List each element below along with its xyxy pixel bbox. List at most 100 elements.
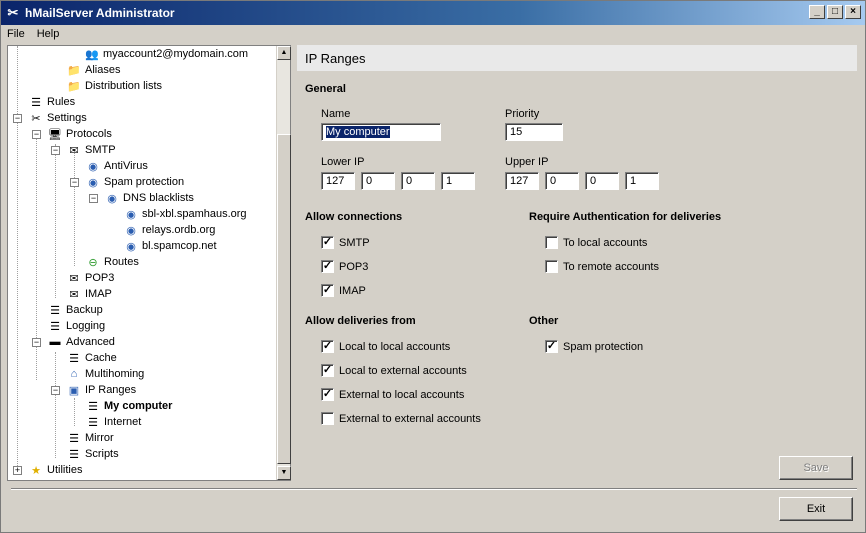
local-to-external-checkbox[interactable]: ✓ Local to external accounts [321,364,467,377]
local-to-local-checkbox[interactable]: ✓ Local to local accounts [321,340,450,353]
menu-file[interactable]: File [1,28,31,40]
save-button[interactable]: Save [779,456,853,480]
distribution-list-icon: 📁 [67,80,81,93]
tree-line [55,352,56,458]
external-to-local-checkbox[interactable]: ✓ External to local accounts [321,388,464,401]
tree-item-spam-protection[interactable]: ◉ Spam protection [85,174,184,190]
tree-item-imap[interactable]: ✉ IMAP [66,286,112,302]
tree-item-smtp[interactable]: ✉ SMTP [66,142,115,158]
require-auth-heading: Require Authentication for deliveries [529,211,722,223]
tree-item-cache[interactable]: ☰ Cache [66,350,117,366]
ip-ranges-icon: ▣ [68,384,80,397]
upper-ip-octet-3[interactable]: 0 [585,172,619,190]
other-heading: Other [529,315,559,327]
tree-item-internet[interactable]: ☰ Internet [85,414,141,430]
ip-range-icon: ☰ [88,416,98,429]
user-icon: 👥 [85,48,99,61]
computer-icon: 🖥 [48,128,62,141]
star-icon: ★ [31,464,41,477]
expand-utilities-toggle[interactable]: + [13,466,22,475]
tree-item-backup[interactable]: ☰ Backup [47,302,103,318]
tree-item-distribution-lists[interactable]: 📁 Distribution lists [66,78,162,94]
tree-item-protocols[interactable]: 🖥 Protocols [47,126,112,142]
tree-item-advanced[interactable]: ▬ Advanced [47,334,115,350]
exit-button[interactable]: Exit [779,497,853,521]
lower-ip-octet-4[interactable]: 1 [441,172,475,190]
smtp-checkbox[interactable]: ✓ SMTP [321,236,370,249]
terminal-icon: ▬ [49,336,61,348]
priority-label: Priority [505,108,540,120]
mirror-icon: ☰ [69,432,79,445]
collapse-settings-toggle[interactable]: − [13,114,22,123]
external-to-external-checkbox[interactable]: External to external accounts [321,412,481,425]
allow-deliveries-heading: Allow deliveries from [305,315,416,327]
tree-item-multihoming[interactable]: ⌂ Multihoming [66,366,145,382]
blacklist-entry-icon: ◉ [126,208,136,221]
tree-item-utilities[interactable]: ★ Utilities [28,462,82,478]
app-icon: ✂ [7,5,19,20]
collapse-ip-ranges-toggle[interactable]: − [51,386,60,395]
tree-item-blacklist-2[interactable]: ◉ relays.ordb.org [123,222,215,238]
scroll-down-arrow[interactable]: ▼ [277,466,291,480]
logging-icon: ☰ [50,320,60,333]
spam-protection-checkbox[interactable]: ✓ Spam protection [545,340,643,353]
menu-bar: File Help [1,25,865,43]
upper-ip-octet-2[interactable]: 0 [545,172,579,190]
to-remote-accounts-checkbox[interactable]: To remote accounts [545,260,659,273]
blacklist-entry-icon: ◉ [126,224,136,237]
tree-item-dns-blacklists[interactable]: ◉ DNS blacklists [104,190,194,206]
to-local-accounts-checkbox[interactable]: To local accounts [545,236,647,249]
imap-checkbox[interactable]: ✓ IMAP [321,284,366,297]
collapse-dns-toggle[interactable]: − [89,194,98,203]
tree-item-aliases[interactable]: 📁 Aliases [66,62,120,78]
pop3-checkbox[interactable]: ✓ POP3 [321,260,368,273]
collapse-spam-toggle[interactable]: − [70,178,79,187]
tree-item-antivirus[interactable]: ◉ AntiVirus [85,158,148,174]
scripts-icon: ☰ [69,448,79,461]
home-icon: ⌂ [70,368,78,380]
maximize-button[interactable]: □ [827,5,843,19]
protocol-icon: ✉ [69,144,79,157]
spam-icon: ◉ [88,176,98,189]
tree-item-my-computer[interactable]: ☰ My computer [85,398,172,414]
check-icon: ✓ [321,388,334,401]
collapse-protocols-toggle[interactable]: − [32,130,41,139]
routes-icon: ⊖ [88,256,98,269]
close-button[interactable]: × [845,5,861,19]
tree-item-rules[interactable]: ☰ Rules [28,94,75,110]
upper-ip-octet-4[interactable]: 1 [625,172,659,190]
collapse-smtp-toggle[interactable]: − [51,146,60,155]
antivirus-icon: ◉ [88,160,98,173]
tree-item-settings[interactable]: ✂ Settings [28,110,86,126]
priority-field[interactable]: 15 [505,123,563,141]
collapse-advanced-toggle[interactable]: − [32,338,41,347]
tree-item-blacklist-1[interactable]: ◉ sbl-xbl.spamhaus.org [123,206,246,222]
lower-ip-octet-1[interactable]: 127 [321,172,355,190]
tree-item-mirror[interactable]: ☰ Mirror [66,430,114,446]
minimize-button[interactable]: _ [809,5,825,19]
scroll-thumb[interactable] [277,134,291,464]
blacklist-icon: ◉ [107,192,117,205]
window-title: hMailServer Administrator [25,6,175,20]
lower-ip-octet-2[interactable]: 0 [361,172,395,190]
name-field[interactable]: My computer [321,123,441,141]
lower-ip-label: Lower IP [321,156,365,168]
aliases-icon: 📁 [67,64,81,77]
tree-item-account[interactable]: 👥 myaccount2@mydomain.com [84,46,248,62]
tree-scrollbar[interactable]: ▲ ▼ [276,46,291,480]
tree-item-logging[interactable]: ☰ Logging [47,318,105,334]
tree-item-scripts[interactable]: ☰ Scripts [66,446,119,462]
menu-help[interactable]: Help [31,28,66,40]
scroll-up-arrow[interactable]: ▲ [277,46,291,60]
blacklist-entry-icon: ◉ [126,240,136,253]
rules-icon: ☰ [31,96,41,109]
tree-item-pop3[interactable]: ✉ POP3 [66,270,114,286]
tree-item-blacklist-3[interactable]: ◉ bl.spamcop.net [123,238,216,254]
upper-ip-label: Upper IP [505,156,549,168]
upper-ip-octet-1[interactable]: 127 [505,172,539,190]
tree-line [55,144,56,298]
tree-item-routes[interactable]: ⊖ Routes [85,254,138,270]
app-window: ✂ hMailServer Administrator _ □ × File H… [0,0,866,533]
tree-item-ip-ranges[interactable]: ▣ IP Ranges [66,382,136,398]
lower-ip-octet-3[interactable]: 0 [401,172,435,190]
